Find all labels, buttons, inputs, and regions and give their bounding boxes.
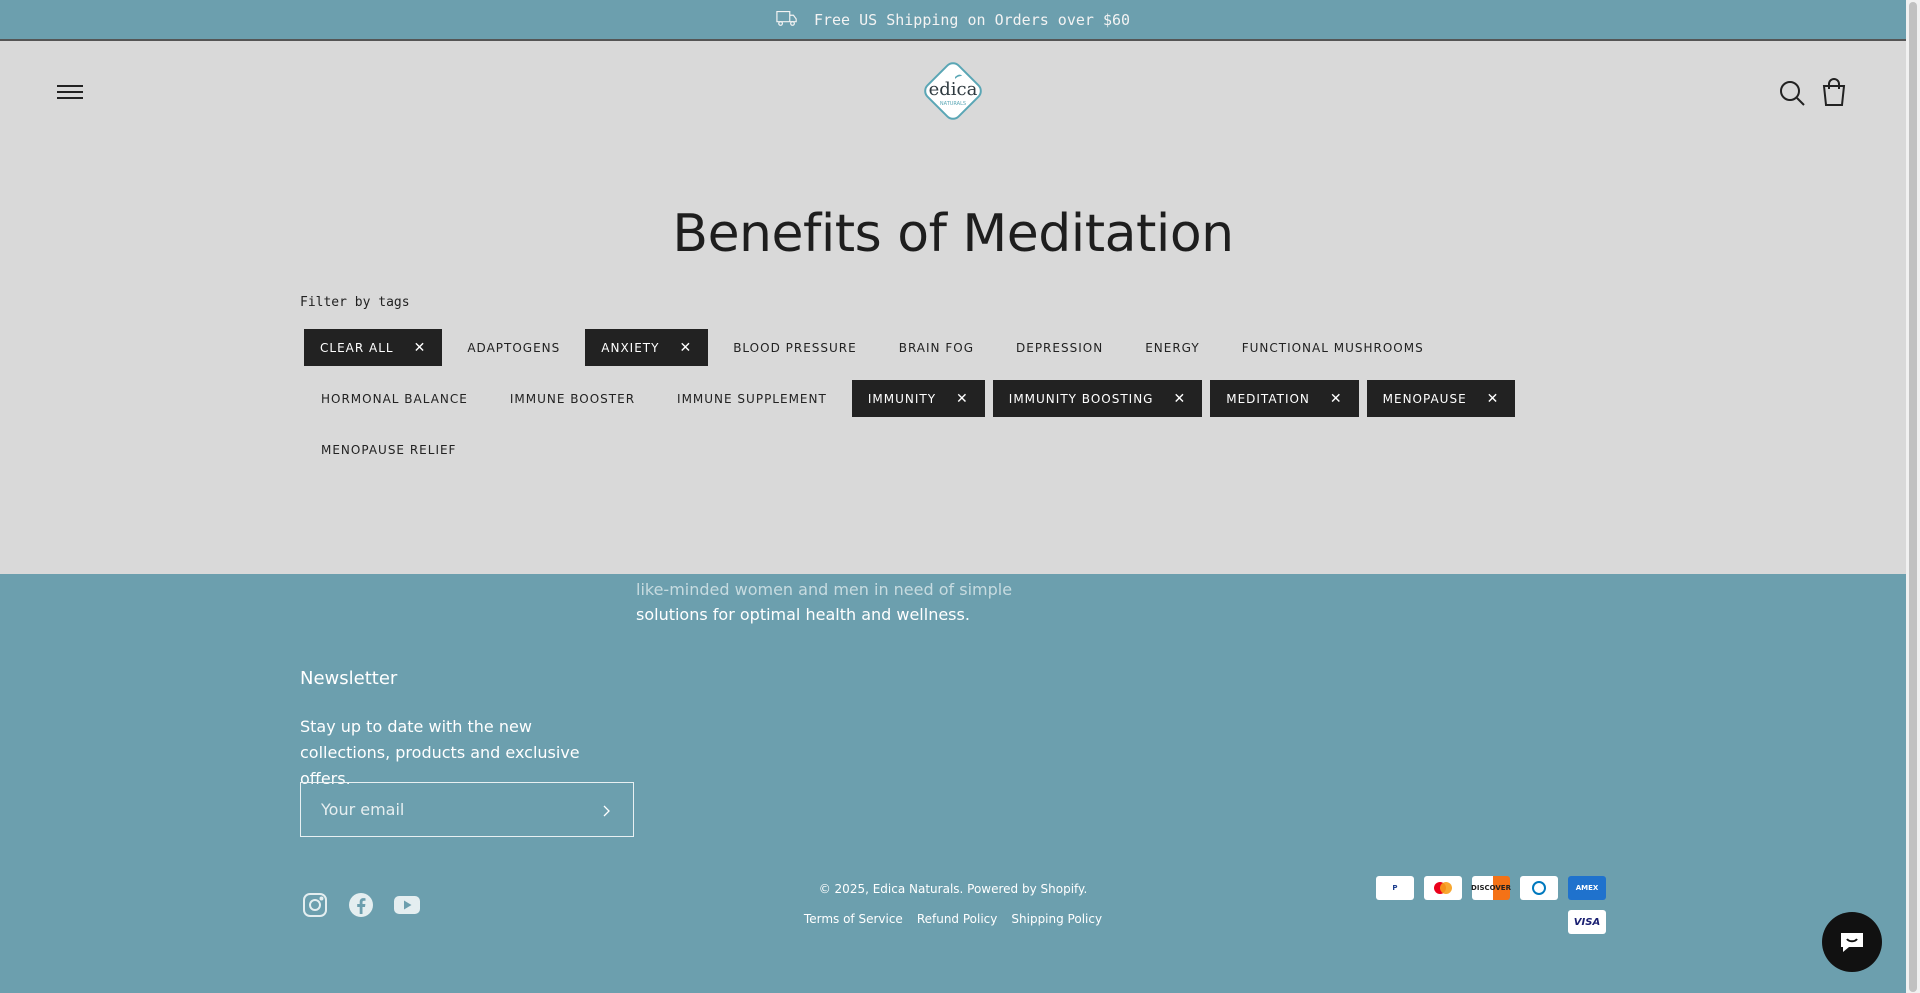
- tag-label: MENOPAUSE RELIEF: [321, 442, 457, 457]
- arrow-right-icon[interactable]: [599, 803, 613, 817]
- close-icon[interactable]: ✕: [414, 340, 427, 356]
- tag-label: IMMUNITY: [867, 391, 937, 406]
- tag-depression[interactable]: DEPRESSION: [999, 329, 1120, 366]
- tag-brain-fog[interactable]: BRAIN FOG: [882, 329, 991, 366]
- page-title: Benefits of Meditation: [672, 204, 1234, 264]
- tag-immune-booster[interactable]: IMMUNE BOOSTER: [493, 380, 652, 417]
- truck-icon: [776, 8, 798, 32]
- visa-icon: VISA: [1568, 910, 1606, 934]
- menu-icon[interactable]: [57, 81, 83, 105]
- cart-icon[interactable]: [1820, 77, 1848, 107]
- copyright-text: © 2025, Edica Naturals. Powered by Shopi…: [818, 882, 1088, 896]
- tag-label: ENERGY: [1145, 340, 1200, 355]
- logo-subtext: NATURALS: [940, 101, 966, 107]
- page-scrollbar[interactable]: [1906, 0, 1920, 993]
- newsletter-form: [300, 782, 634, 837]
- tag-menopause-relief[interactable]: MENOPAUSE RELIEF: [304, 431, 473, 468]
- tag-label: HORMONAL BALANCE: [321, 391, 468, 406]
- close-icon[interactable]: ✕: [1487, 391, 1500, 407]
- policy-links: Terms of Service Refund Policy Shipping Po…: [0, 912, 1906, 926]
- policy-link-shipping-policy[interactable]: Shipping Policy: [1011, 912, 1102, 926]
- tag-label: IMMUNE BOOSTER: [509, 391, 636, 406]
- announcement-bar: Free US Shipping on Orders over $60: [0, 0, 1906, 41]
- tag-row: MENOPAUSE RELIEF: [300, 431, 1500, 468]
- tag-label: BLOOD PRESSURE: [733, 340, 857, 355]
- tag-label: ANXIETY: [601, 340, 660, 355]
- chat-icon[interactable]: [1822, 912, 1882, 972]
- about-text-fade: like-minded women and men in need of sim…: [636, 580, 1013, 599]
- paypal-icon: P: [1376, 876, 1414, 900]
- tag-immunity[interactable]: IMMUNITY ✕: [851, 380, 985, 417]
- about-text: solutions for optimal health and wellnes…: [636, 605, 970, 624]
- close-icon[interactable]: ✕: [1173, 391, 1186, 407]
- scrollbar-thumb[interactable]: [1909, 2, 1917, 992]
- mastercard-icon: [1424, 876, 1462, 900]
- tag-hormonal-balance[interactable]: HORMONAL BALANCE: [304, 380, 485, 417]
- tag-anxiety[interactable]: ANXIETY ✕: [585, 329, 709, 366]
- tag-label: BRAIN FOG: [898, 340, 974, 355]
- site-footer: like-minded women and men in need of sim…: [0, 574, 1906, 993]
- tag-functional-mushrooms[interactable]: FUNCTIONAL MUSHROOMS: [1225, 329, 1441, 366]
- logo[interactable]: edica NATURALS: [917, 55, 989, 127]
- amex-icon: AMEX: [1568, 876, 1606, 900]
- tag-menopause[interactable]: MENOPAUSE ✕: [1366, 380, 1516, 417]
- announcement-text: Free US Shipping on Orders over $60: [813, 10, 1131, 29]
- filter-label: Filter by tags: [300, 295, 410, 310]
- policy-link-terms-of-service[interactable]: Terms of Service: [804, 912, 903, 926]
- collection-main: Benefits of Meditation Filter by tags CL…: [0, 143, 1906, 574]
- newsletter-description: Stay up to date with the new collections…: [300, 717, 580, 788]
- logo-text: edica: [929, 79, 978, 100]
- search-icon[interactable]: [1778, 79, 1806, 107]
- diners-club-icon: [1520, 876, 1558, 900]
- close-icon[interactable]: ✕: [956, 391, 969, 407]
- tag-filter-list: CLEAR ALL ✕ ADAPTOGENS ANXIETY ✕ BLOOD PRESSU…: [300, 329, 1516, 482]
- tag-immunity-boosting[interactable]: IMMUNITY BOOSTING ✕: [992, 380, 1203, 417]
- tag-label: FUNCTIONAL MUSHROOMS: [1241, 340, 1424, 355]
- tag-label: IMMUNE SUPPLEMENT: [677, 391, 827, 406]
- close-icon[interactable]: ✕: [679, 340, 692, 356]
- tag-energy[interactable]: ENERGY: [1128, 329, 1217, 366]
- tag-blood-pressure[interactable]: BLOOD PRESSURE: [716, 329, 874, 366]
- email-input[interactable]: [321, 800, 599, 819]
- tag-label: MENOPAUSE: [1382, 391, 1467, 406]
- tag-label: ADAPTOGENS: [467, 340, 561, 355]
- newsletter-title: Newsletter: [300, 668, 398, 689]
- tag-label: CLEAR ALL: [320, 340, 394, 355]
- tag-label: DEPRESSION: [1016, 340, 1104, 355]
- tag-adaptogens[interactable]: ADAPTOGENS: [450, 329, 577, 366]
- tag-immune-supplement[interactable]: IMMUNE SUPPLEMENT: [660, 380, 844, 417]
- tag-label: MEDITATION: [1226, 391, 1310, 406]
- policy-link-refund-policy[interactable]: Refund Policy: [917, 912, 998, 926]
- close-icon[interactable]: ✕: [1330, 391, 1343, 407]
- discover-icon: DISCOVER: [1471, 876, 1511, 900]
- tag-label: IMMUNITY BOOSTING: [1008, 391, 1154, 406]
- tag-meditation[interactable]: MEDITATION ✕: [1210, 380, 1359, 417]
- tag-row: HORMONAL BALANCE IMMUNE BOOSTER IMMUNE SUP…: [300, 380, 1516, 417]
- tag-clear-all[interactable]: CLEAR ALL ✕: [304, 329, 443, 366]
- tag-row: CLEAR ALL ✕ ADAPTOGENS ANXIETY ✕ BLOOD PRESSU…: [300, 329, 1500, 366]
